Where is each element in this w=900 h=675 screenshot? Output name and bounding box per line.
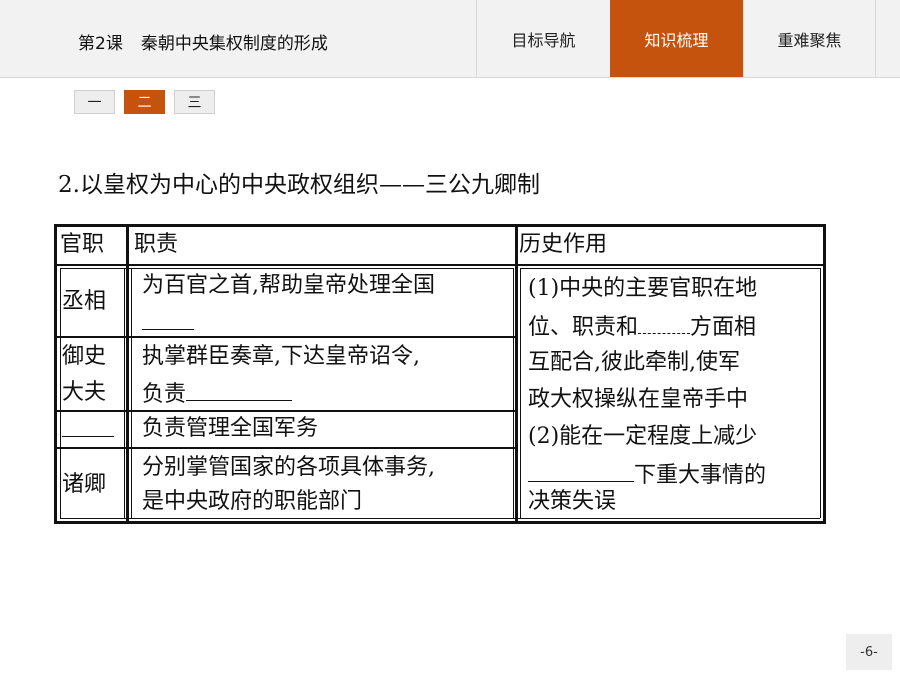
table-col-sep-2	[515, 224, 518, 524]
post-ministers: 诸卿	[62, 472, 107, 497]
post-chancellor: 丞相	[62, 289, 107, 314]
table-inner-rule	[131, 268, 132, 518]
role-line-7: 决策失误	[528, 489, 617, 514]
section-heading: 2.以皇权为中心的中央政权组织——三公九卿制	[58, 172, 540, 198]
lesson-number: 第2课	[78, 34, 123, 54]
section-button-2[interactable]: 二	[124, 90, 165, 114]
role-line-4: 政大权操纵在皇帝手中	[528, 387, 749, 412]
duty-chancellor-line1: 为百官之首,帮助皇帝处理全国	[142, 273, 435, 298]
post-censor-line2: 大夫	[62, 380, 107, 405]
lesson-name: 秦朝中央集权制度的形成	[140, 34, 328, 54]
tab-goal-navigation[interactable]: 目标导航	[476, 0, 610, 77]
duty-military: 负责管理全国军务	[142, 416, 319, 441]
fill-blank[interactable]	[186, 374, 293, 401]
header-post: 官职	[60, 232, 105, 257]
header-duty: 职责	[134, 232, 179, 257]
table-header-rule	[54, 264, 826, 266]
duty-censor-line2: 负责	[142, 374, 293, 413]
duty-ministers-line1: 分别掌管国家的各项具体事务,	[142, 455, 435, 480]
fill-blank[interactable]	[528, 455, 634, 482]
tab-bar-end	[875, 0, 900, 77]
lesson-title: 第2课 秦朝中央集权制度的形成	[78, 29, 328, 54]
section-button-1[interactable]: 一	[74, 90, 115, 114]
table-inner-rule	[124, 268, 125, 518]
table-border-bottom	[54, 521, 826, 524]
post-military	[62, 410, 114, 449]
official-system-table: 官职 职责 历史作用 丞相 为百官之首,帮助皇帝处理全国 御史 大夫 执掌群臣奏…	[54, 224, 826, 524]
table-inner-rule	[520, 268, 521, 518]
post-censor-line1: 御史	[62, 344, 107, 369]
tab-knowledge-review[interactable]: 知识梳理	[610, 0, 743, 77]
page-number: -6-	[846, 634, 892, 670]
duty-ministers-line2: 是中央政府的职能部门	[142, 489, 363, 514]
table-inner-rule	[513, 268, 514, 518]
table-inner-rule	[520, 268, 820, 269]
role-line-1: (1)中央的主要官职在地	[528, 276, 758, 301]
table-border-right	[823, 224, 826, 524]
fill-blank[interactable]	[62, 410, 114, 437]
tab-key-points[interactable]: 重难聚焦	[743, 0, 875, 77]
fill-blank[interactable]	[142, 303, 194, 330]
header-role: 历史作用	[519, 232, 608, 257]
table-inner-rule	[820, 268, 821, 518]
header-bar: 第2课 秦朝中央集权制度的形成 目标导航 知识梳理 重难聚焦	[0, 0, 900, 78]
role-line-5: (2)能在一定程度上减少	[528, 424, 758, 449]
fill-blank[interactable]	[638, 307, 691, 334]
section-button-3[interactable]: 三	[174, 90, 215, 114]
table-col-sep-1	[126, 224, 129, 524]
table-inner-rule	[60, 268, 61, 518]
duty-chancellor-line2	[142, 303, 194, 342]
role-line-3: 互配合,彼此牵制,使军	[528, 350, 740, 375]
duty-censor-line1: 执掌群臣奏章,下达皇帝诏令,	[142, 344, 420, 369]
role-line-2: 位、职责和 方面相	[528, 307, 756, 346]
table-border-left	[54, 224, 57, 524]
